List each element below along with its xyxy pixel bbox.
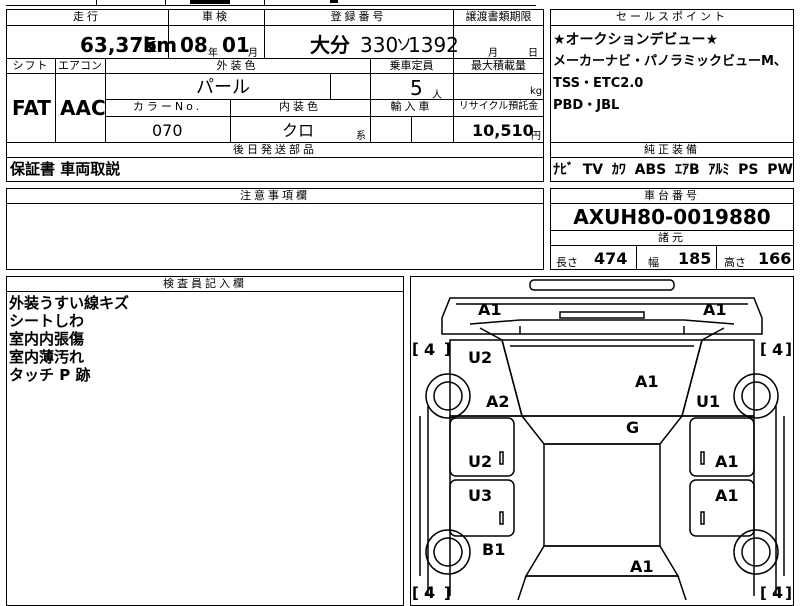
recycle-fee-value: 10,510	[472, 121, 534, 140]
equipment-airbag: ｴｱB	[674, 162, 700, 178]
registration-class: 330	[360, 33, 399, 57]
tire-front-left: 4	[424, 340, 436, 359]
sales-point-line-2: メーカーナビ・パノラミックビューM、	[553, 54, 787, 69]
equipment-header: 純正装備	[644, 143, 700, 156]
length-label: 長さ	[556, 256, 578, 269]
load-unit: kg	[530, 86, 543, 97]
sales-point-header: セールスポイント	[616, 10, 728, 23]
month-unit: 月	[248, 48, 258, 59]
equipment-tv: TV	[582, 162, 604, 178]
equipment-abs: ABS	[634, 162, 667, 178]
equipment-navi: ﾅﾋﾞ	[553, 162, 574, 178]
tire-front-right-bracket-close: ]	[785, 340, 792, 358]
tire-rear-left-bracket-close: ]	[444, 584, 451, 600]
color-no-value: 070	[152, 121, 183, 140]
width-value: 185	[678, 249, 712, 268]
sales-point-line-4: PBD・JBL	[553, 98, 620, 113]
mark-front-left-corner: A1	[478, 300, 502, 319]
registration-region: 大分	[310, 33, 350, 57]
mark-left-rear-door: U3	[468, 486, 493, 505]
inspector-header: 検査員記入欄	[163, 277, 247, 290]
inspector-note-2: シートしわ	[9, 312, 85, 330]
mark-rear: A1	[630, 557, 654, 576]
tire-rear-right-bracket-close: ]	[785, 584, 792, 600]
interior-suffix: 系	[356, 131, 366, 142]
tire-front-left-bracket-close: ]	[444, 340, 451, 358]
car-diagram: [ ] [ ] [ ] [ ]	[412, 279, 792, 600]
inspector-note-3: 室内内張傷	[9, 330, 85, 348]
sales-point-line-3: TSS・ETC2.0	[553, 76, 644, 91]
registration-number: 1392	[408, 33, 459, 57]
tire-front-left-bracket-open: [	[412, 340, 419, 358]
mark-left-front-door-panel: A2	[486, 392, 510, 411]
capacity-unit: 人	[432, 90, 442, 101]
top-strip	[0, 0, 800, 6]
shift-value: FAT	[12, 96, 51, 120]
exterior-color-value: パール	[196, 77, 250, 98]
aircon-header: エアコン	[58, 59, 102, 72]
equipment-alloy: ｱﾙﾐ	[708, 162, 730, 178]
tire-rear-right-bracket-open: [	[760, 584, 767, 600]
dimensions-header: 諸元	[658, 231, 686, 244]
interior-color-header: 内装色	[279, 100, 321, 113]
width-label: 幅	[648, 256, 659, 269]
mileage-header: 走行	[73, 10, 101, 23]
mark-hood: A1	[635, 372, 659, 391]
later-parts-text: 保証書 車両取説	[10, 160, 121, 178]
max-load-header: 最大積載量	[471, 59, 526, 72]
equipment-leather: ｶﾜ	[611, 162, 626, 178]
mark-left-quarter: B1	[482, 540, 506, 559]
inspector-note-4: 室内薄汚れ	[9, 348, 85, 366]
mark-left-front-door: U2	[468, 452, 493, 471]
later-parts-header: 後日発送部品	[233, 143, 317, 156]
tire-rear-right: 4	[772, 583, 784, 602]
year-unit: 年	[208, 48, 218, 59]
height-label: 高さ	[724, 256, 746, 269]
tire-rear-left-bracket-open: [	[412, 584, 419, 600]
notes-header: 注意事項欄	[240, 189, 310, 202]
mileage-unit: km	[143, 33, 178, 57]
transfer-day-unit: 日	[528, 48, 538, 59]
transfer-month-unit: 月	[488, 48, 498, 59]
capacity-value: 5	[410, 76, 423, 100]
import-header: 輸入車	[390, 100, 433, 113]
tire-front-right-bracket-open: [	[760, 340, 767, 358]
inspector-note-1: 外装うすい線キズ	[9, 294, 130, 312]
equipment-ps: PS	[738, 162, 759, 178]
inspector-note-5: タッチ P 跡	[9, 366, 91, 384]
equipment-pw: PW	[767, 162, 793, 178]
capacity-header: 乗車定員	[389, 59, 434, 72]
aircon-value: AAC	[60, 96, 106, 120]
length-value: 474	[594, 249, 628, 268]
recycle-unit: 円	[531, 131, 541, 142]
chassis-number: AXUH80-0019880	[573, 205, 771, 229]
shift-header: シフト	[12, 59, 49, 72]
inspection-month: 01	[222, 33, 250, 57]
interior-color-value: クロ	[282, 121, 315, 140]
equipment-list: ﾅﾋﾞ TV ｶﾜ ABS ｴｱB ｱﾙﾐ PS PW	[553, 160, 793, 180]
height-value: 166	[758, 249, 792, 268]
mark-front-right-corner: A1	[703, 300, 727, 319]
mark-right-fender: U1	[696, 392, 721, 411]
sales-point-line-1: ★オークションデビュー★	[553, 32, 719, 48]
transfer-deadline-header: 譲渡書類期限	[465, 10, 532, 23]
chassis-header: 車台番号	[644, 189, 700, 202]
exterior-color-header: 外装色	[216, 59, 259, 72]
inspection-year: 08	[180, 33, 208, 57]
inspection-header: 車検	[202, 10, 230, 23]
recycle-header: リサイクル預託金	[458, 101, 539, 112]
mark-roof: G	[626, 418, 640, 437]
mark-left-fender: U2	[468, 348, 493, 367]
tire-front-right: 4	[772, 340, 784, 359]
mark-right-front-door: A1	[715, 452, 739, 471]
color-no-header: カラーNo.	[132, 100, 203, 113]
registration-header: 登録番号	[330, 10, 387, 23]
tire-rear-left: 4	[424, 583, 436, 602]
mark-right-rear-door: A1	[715, 486, 739, 505]
